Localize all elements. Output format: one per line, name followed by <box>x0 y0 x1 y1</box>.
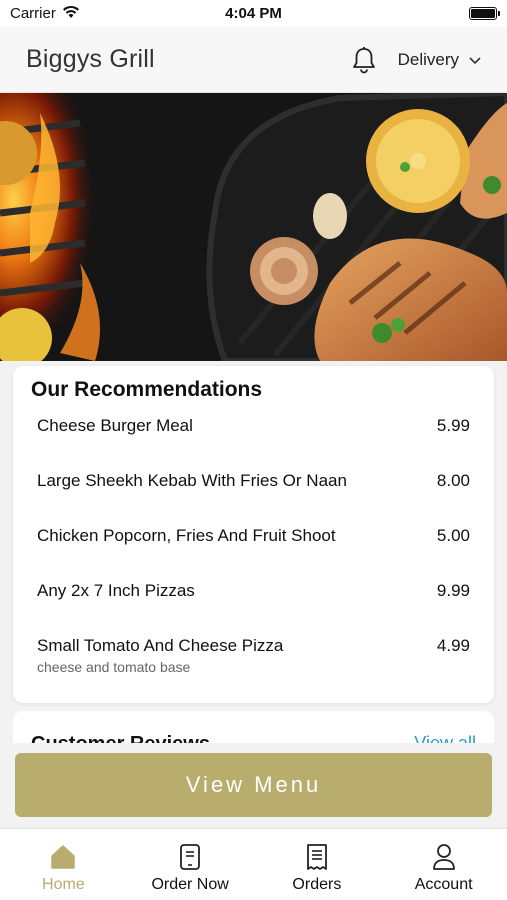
recommendation-item[interactable]: Cheese Burger Meal 5.99 <box>31 412 476 467</box>
header-actions: Delivery <box>350 45 481 75</box>
status-bar: Carrier 4:04 PM <box>0 0 507 27</box>
home-icon <box>49 843 77 871</box>
person-icon <box>430 843 458 871</box>
recommendation-item[interactable]: Any 2x 7 Inch Pizzas 9.99 <box>31 577 476 632</box>
item-name: Cheese Burger Meal <box>37 416 193 435</box>
carrier-label: Carrier <box>10 5 56 22</box>
item-name: Large Sheekh Kebab With Fries Or Naan <box>37 471 347 490</box>
recommendations-card: Our Recommendations Cheese Burger Meal 5… <box>13 366 494 703</box>
tab-label: Home <box>42 876 85 893</box>
hero-banner-image <box>0 93 507 361</box>
tab-home[interactable]: Home <box>0 829 127 900</box>
item-price: 4.99 <box>436 636 470 655</box>
item-price: 8.00 <box>436 471 470 490</box>
tab-label: Order Now <box>151 876 229 893</box>
item-price: 5.99 <box>436 416 470 435</box>
recommendation-item[interactable]: Chicken Popcorn, Fries And Fruit Shoot 5… <box>31 522 476 577</box>
bell-icon[interactable] <box>350 45 378 75</box>
delivery-mode-select[interactable]: Delivery <box>398 50 481 70</box>
tab-orders[interactable]: Orders <box>254 829 381 900</box>
item-description: cheese and tomato base <box>37 659 191 675</box>
item-name: Chicken Popcorn, Fries And Fruit Shoot <box>37 526 336 545</box>
bottom-tab-bar: Home Order Now Orders Account <box>0 828 507 900</box>
tab-account[interactable]: Account <box>380 829 507 900</box>
item-price: 9.99 <box>436 581 470 600</box>
receipt-icon <box>303 843 331 871</box>
app-title: Biggys Grill <box>26 45 155 73</box>
status-left: Carrier <box>10 5 80 23</box>
tab-label: Orders <box>292 876 342 893</box>
recommendation-item[interactable]: Small Tomato And Cheese Pizza cheese and… <box>31 632 476 687</box>
delivery-mode-label: Delivery <box>397 49 459 69</box>
app-header: Biggys Grill Delivery <box>0 27 507 93</box>
order-icon <box>176 843 204 871</box>
recommendations-title: Our Recommendations <box>31 378 263 401</box>
wifi-icon <box>62 5 80 23</box>
tab-label: Account <box>414 876 473 893</box>
item-name: Any 2x 7 Inch Pizzas <box>37 581 195 600</box>
item-price: 5.00 <box>436 526 470 545</box>
cta-container: View Menu <box>0 743 507 828</box>
view-menu-button[interactable]: View Menu <box>15 753 492 817</box>
chevron-down-icon <box>469 50 481 70</box>
recommendation-item[interactable]: Large Sheekh Kebab With Fries Or Naan 8.… <box>31 467 476 522</box>
battery-icon <box>469 7 500 20</box>
item-name: Small Tomato And Cheese Pizza <box>37 636 284 655</box>
tab-order-now[interactable]: Order Now <box>127 829 254 900</box>
